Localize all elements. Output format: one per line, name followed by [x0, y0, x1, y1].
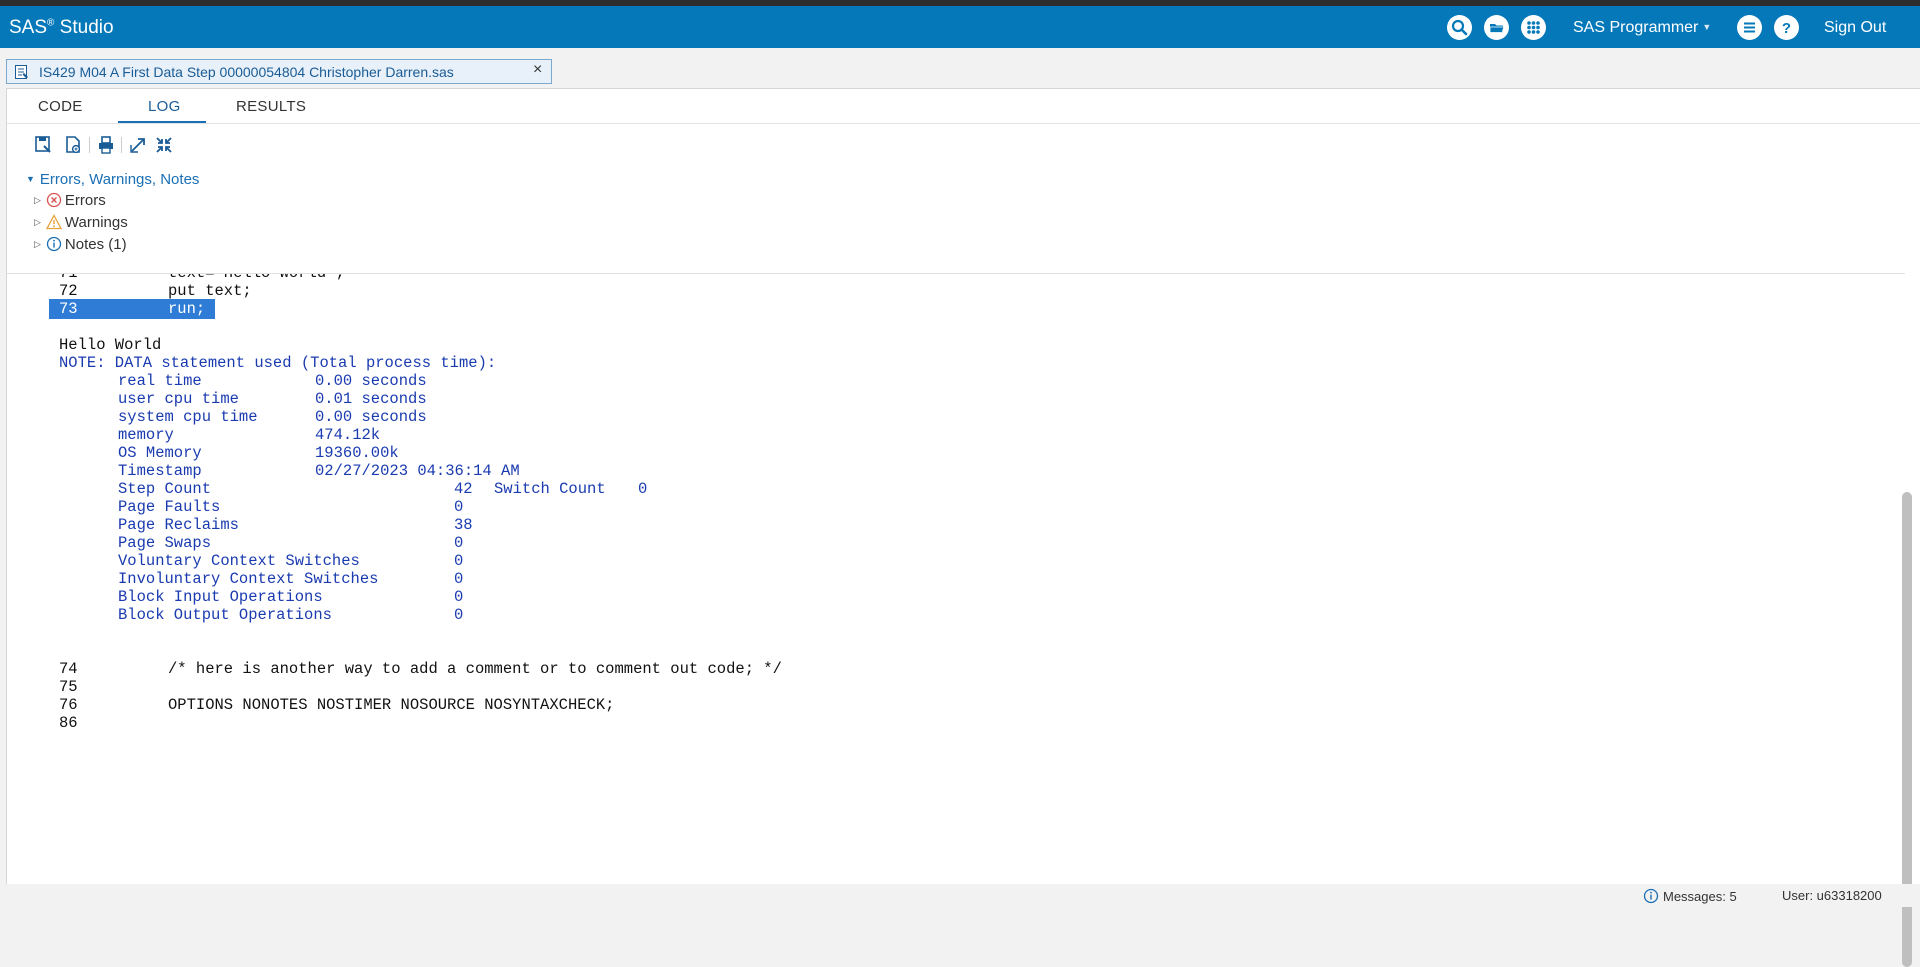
file-tab[interactable]: IS429 M04 A First Data Step 00000054804 … — [6, 59, 552, 84]
notes-item[interactable]: ▷ Notes (1) — [34, 236, 127, 253]
stat-label: Block Output Operations — [118, 606, 332, 624]
info-icon — [46, 236, 62, 252]
messages-label: Messages: 5 — [1663, 889, 1737, 904]
menu-icon[interactable] — [1737, 15, 1762, 40]
line-source: OPTIONS NONOTES NOSTIMER NOSOURCE NOSYNT… — [168, 696, 615, 714]
line-number: 72 — [59, 282, 78, 300]
stat-label: Page Reclaims — [118, 516, 239, 534]
stat-label: user cpu time — [118, 390, 239, 408]
stat-value: 0.01 seconds — [315, 390, 427, 408]
stat-value: 0 — [454, 588, 464, 606]
caret-down-icon: ▼ — [26, 174, 35, 184]
stat-value: 0.00 seconds — [315, 408, 427, 426]
tab-log[interactable]: LOG — [148, 98, 181, 115]
stat-label: Timestamp — [118, 462, 202, 480]
apps-grid-icon[interactable] — [1521, 15, 1546, 40]
role-label: SAS Programmer — [1573, 19, 1699, 36]
app-brand: SAS® Studio — [9, 17, 114, 39]
line-number: 75 — [59, 678, 78, 696]
stat-value: 02/27/2023 04:36:14 AM — [315, 462, 520, 480]
stat-value: 0 — [454, 534, 464, 552]
user-label: User: u63318200 — [1782, 888, 1882, 903]
stat-value: 38 — [454, 516, 473, 534]
stat-label: memory — [118, 426, 174, 444]
tab-code[interactable]: CODE — [38, 98, 83, 115]
stat-value: 0 — [454, 570, 464, 588]
file-tab-strip: IS429 M04 A First Data Step 00000054804 … — [0, 48, 1920, 90]
errors-item[interactable]: ▷ Errors — [34, 192, 106, 209]
toolbar-divider — [121, 137, 122, 153]
svg-text:?: ? — [1782, 20, 1791, 37]
line-source: /* here is another way to add a comment … — [168, 660, 782, 678]
warnings-label: Warnings — [64, 214, 128, 231]
save-as-html-icon[interactable] — [64, 135, 84, 155]
line-number: 74 — [59, 660, 78, 678]
stat-value: 0 — [454, 498, 464, 516]
line-number: 86 — [59, 714, 78, 732]
stat-label: real time — [118, 372, 202, 390]
warning-icon — [45, 214, 63, 230]
status-bar: Messages: 5 User: u63318200 — [0, 884, 1920, 907]
stat-label: Voluntary Context Switches — [118, 552, 360, 570]
stat-value: 0 — [454, 552, 464, 570]
sign-out-link[interactable]: Sign Out — [1824, 19, 1886, 37]
log-output-text: Hello World — [59, 336, 162, 354]
log-output[interactable]: 71text='Hello World'; 72put text; 73run;… — [7, 274, 1897, 879]
app-header: SAS® Studio SAS Programmer ▼ ? Sign Out — [0, 6, 1920, 48]
print-icon[interactable] — [96, 135, 116, 155]
close-icon[interactable]: × — [533, 61, 542, 79]
stat-label: Switch Count — [494, 480, 606, 498]
stat-label: Block Input Operations — [118, 588, 323, 606]
stat-value: 0 — [638, 480, 648, 498]
errors-label: Errors — [64, 192, 106, 209]
error-icon — [46, 192, 62, 208]
caret-right-icon: ▷ — [34, 195, 41, 205]
stat-label: Involuntary Context Switches — [118, 570, 379, 588]
ewn-header-label: Errors, Warnings, Notes — [39, 171, 200, 188]
collapse-icon[interactable] — [154, 135, 174, 155]
tab-results[interactable]: RESULTS — [236, 98, 306, 115]
stat-value: 474.12k — [315, 426, 381, 444]
messages-indicator[interactable]: Messages: 5 — [1643, 888, 1737, 904]
line-number: 76 — [59, 696, 78, 714]
note-header: NOTE: DATA statement used (Total process… — [59, 354, 497, 372]
sas-program-icon — [14, 64, 30, 85]
line-source: put text; — [168, 282, 252, 300]
stat-label: OS Memory — [118, 444, 202, 462]
search-icon[interactable] — [1447, 15, 1472, 40]
stat-label: Page Swaps — [118, 534, 212, 552]
view-tabs: CODE LOG RESULTS — [7, 89, 1920, 124]
stat-label: Step Count — [118, 480, 212, 498]
save-log-icon[interactable] — [34, 135, 54, 155]
file-tab-label: IS429 M04 A First Data Step 00000054804 … — [39, 64, 454, 80]
stat-value: 0.00 seconds — [315, 372, 427, 390]
line-source: run; — [168, 300, 206, 318]
caret-right-icon: ▷ — [34, 217, 41, 227]
brand-name: SAS — [9, 17, 48, 38]
active-tab-indicator — [118, 121, 206, 123]
open-folder-icon[interactable] — [1484, 15, 1509, 40]
caret-right-icon: ▷ — [34, 239, 41, 249]
warnings-item[interactable]: ▷ Warnings — [34, 214, 128, 231]
notes-label: Notes (1) — [64, 236, 127, 253]
help-icon[interactable]: ? — [1774, 15, 1799, 40]
stat-label: Page Faults — [118, 498, 221, 516]
stat-value: 42 — [454, 480, 473, 498]
stat-value: 0 — [454, 606, 464, 624]
expand-icon[interactable] — [128, 135, 148, 155]
chevron-down-icon: ▼ — [1702, 22, 1712, 32]
brand-suffix: Studio — [54, 17, 114, 38]
info-icon — [1643, 888, 1659, 904]
program-panel: CODE LOG RESULTS ▼ Errors, Warnings, Note… — [6, 88, 1920, 967]
toolbar-divider — [89, 137, 90, 153]
log-line-selected: 73 run; — [49, 299, 215, 319]
line-number: 73 — [59, 300, 78, 318]
stat-label: system cpu time — [118, 408, 258, 426]
role-menu[interactable]: SAS Programmer ▼ — [1573, 19, 1711, 37]
stat-value: 19360.00k — [315, 444, 399, 462]
ewn-header[interactable]: ▼ Errors, Warnings, Notes — [26, 171, 199, 188]
